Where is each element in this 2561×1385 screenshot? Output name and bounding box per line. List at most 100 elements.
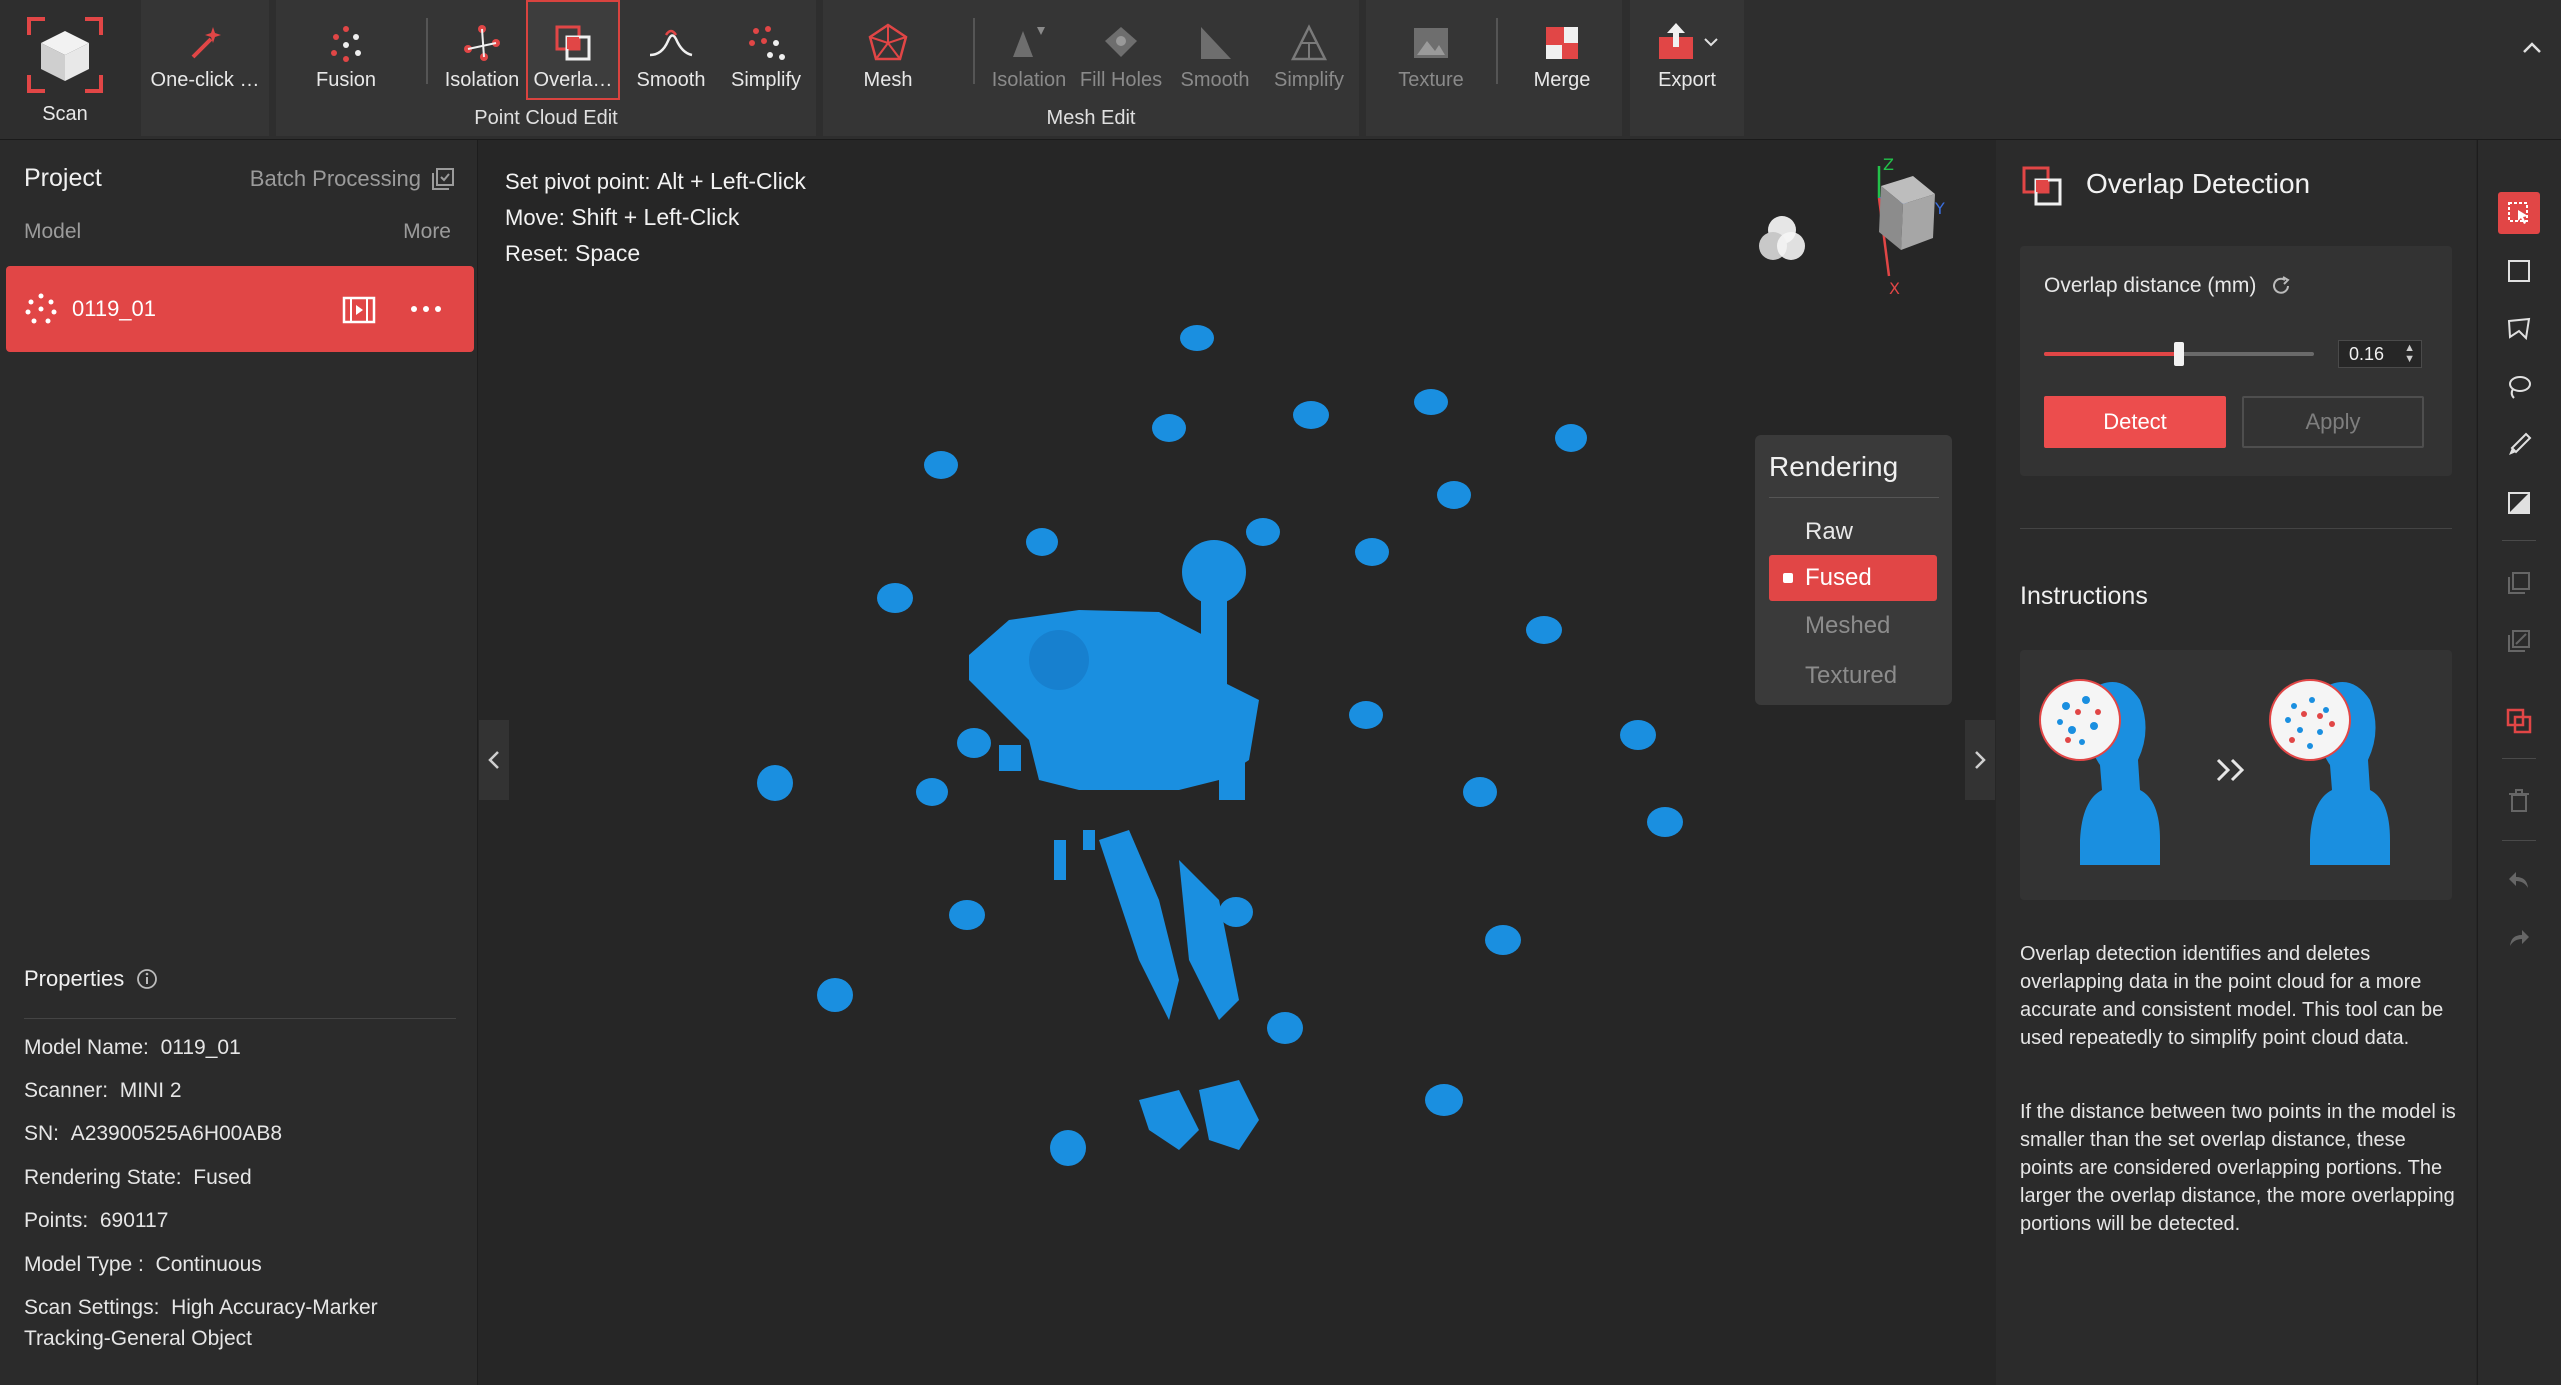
- bust-before-after-image: [2039, 679, 2390, 865]
- instructions-illustration: [2020, 650, 2452, 900]
- redo-button[interactable]: [2498, 918, 2540, 960]
- overlap-distance-label-row: Overlap distance (mm): [2044, 274, 2292, 298]
- smooth-icon: [649, 29, 693, 57]
- rectangle-select-icon: [2508, 260, 2530, 282]
- brush-select-button[interactable]: [2498, 424, 2540, 466]
- collapse-right-panel-button[interactable]: [1965, 720, 1995, 800]
- right-panel: Overlap Detection Overlap distance (mm) …: [1996, 140, 2476, 1385]
- mesh-edit-group: Mesh Isolation Fill Holes Smooth Simplif…: [823, 0, 1359, 136]
- chevron-down-icon: [1704, 38, 1718, 47]
- isolation-button[interactable]: Isolation: [432, 2, 532, 98]
- deselect-button[interactable]: [2498, 620, 2540, 662]
- overlap-label: Overla…: [533, 69, 613, 91]
- merge-label: Merge: [1533, 69, 1591, 91]
- cursor-select-icon: [2508, 202, 2528, 224]
- rectangle-select-button[interactable]: [2498, 250, 2540, 292]
- collapse-left-panel-button[interactable]: [479, 720, 509, 800]
- slider-fill: [2044, 352, 2179, 356]
- top-toolbar: Scan One-click … Fusion Isolation Overla…: [0, 0, 2561, 140]
- instructions-title: Instructions: [2020, 582, 2148, 610]
- toolbar-divider: [426, 18, 428, 84]
- section-divider: [2020, 528, 2452, 529]
- invert-select-button[interactable]: [2498, 482, 2540, 524]
- scan-group: Scan: [0, 0, 130, 136]
- apply-button[interactable]: Apply: [2242, 396, 2424, 448]
- property-row: Model Name: 0119_01: [24, 1036, 241, 1059]
- texture-label: Texture: [1398, 69, 1464, 91]
- delete-button[interactable]: [2498, 780, 2540, 822]
- mesh-button[interactable]: Mesh: [833, 2, 943, 98]
- export-button[interactable]: Export: [1630, 2, 1744, 98]
- model-name: 0119_01: [72, 296, 157, 321]
- smooth-button[interactable]: Smooth: [621, 2, 721, 98]
- scan-label: Scan: [42, 103, 88, 125]
- detect-button[interactable]: Detect: [2044, 396, 2226, 448]
- info-icon[interactable]: [136, 968, 158, 990]
- instructions-paragraph-1: Overlap detection identifies and deletes…: [2020, 943, 2444, 1049]
- render-meshed-option[interactable]: Meshed: [1769, 603, 1937, 649]
- mesh-smooth-button[interactable]: Smooth: [1165, 2, 1265, 98]
- polygon-select-button[interactable]: [2498, 308, 2540, 350]
- select-tool-button[interactable]: [2498, 192, 2540, 234]
- toolbar-divider: [1496, 18, 1498, 84]
- point-cloud-edit-label: Point Cloud Edit: [474, 107, 618, 129]
- fusion-label: Fusion: [315, 69, 377, 91]
- overlap-distance-value: 0.16: [2349, 343, 2385, 364]
- lasso-select-button[interactable]: [2498, 366, 2540, 408]
- chevron-left-icon: [488, 751, 499, 769]
- render-textured-option[interactable]: Textured: [1769, 653, 1937, 699]
- merge-icon: [1546, 27, 1578, 59]
- texture-button[interactable]: Texture: [1366, 2, 1496, 98]
- merge-button[interactable]: Merge: [1502, 2, 1622, 98]
- fusion-icon: [331, 26, 361, 62]
- more-options-icon[interactable]: [410, 304, 442, 314]
- point-cloud-icon: [25, 293, 57, 324]
- collapse-toolbar-icon[interactable]: [2520, 40, 2544, 56]
- overlap-tool-button[interactable]: [2498, 700, 2540, 742]
- overlap-distance-input[interactable]: 0.16 ▲ ▼: [2338, 340, 2422, 368]
- toolstrip-divider: [2502, 540, 2536, 541]
- scan-button[interactable]: Scan: [0, 0, 130, 130]
- magic-wand-icon: [191, 27, 221, 59]
- render-fused-option[interactable]: Fused: [1769, 555, 1937, 601]
- overlap-detection-button[interactable]: Overla…: [526, 0, 620, 100]
- overlap-settings-card: Overlap distance (mm) 0.16 ▲ ▼ Detect App…: [2020, 246, 2452, 476]
- properties-divider: [24, 1018, 456, 1019]
- mesh-isolation-button[interactable]: Isolation: [979, 2, 1079, 98]
- property-row: Points: 690117: [24, 1209, 169, 1232]
- overlap-detection-title: Overlap Detection: [2086, 168, 2311, 199]
- mesh-isolation-label: Isolation: [991, 69, 1067, 91]
- refresh-icon[interactable]: [2270, 275, 2292, 297]
- fusion-button[interactable]: Fusion: [296, 2, 396, 98]
- export-icon: [1659, 23, 1693, 59]
- property-row: Model Type : Continuous: [24, 1253, 262, 1276]
- mesh-smooth-icon: [1201, 27, 1231, 59]
- point-cloud-edit-group: Fusion Isolation Overla… Smooth Simplify…: [276, 0, 816, 136]
- rendering-divider: [1769, 497, 1939, 498]
- batch-processing-icon: [432, 168, 454, 190]
- render-raw-option[interactable]: Raw: [1769, 509, 1937, 555]
- one-click-button[interactable]: One-click …: [141, 2, 269, 98]
- overlap-distance-slider[interactable]: [2044, 342, 2314, 366]
- fill-holes-button[interactable]: Fill Holes: [1069, 2, 1173, 98]
- batch-processing-button[interactable]: Batch Processing: [250, 166, 455, 192]
- export-label: Export: [1658, 69, 1716, 91]
- 3d-viewport[interactable]: Set pivot point: Alt + Left-Click Move: …: [479, 140, 1995, 1385]
- left-panel: Project Batch Processing Model More 0119…: [0, 140, 478, 1385]
- overlap-distance-label: Overlap distance (mm): [2044, 274, 2257, 297]
- undo-button[interactable]: [2498, 860, 2540, 902]
- film-icon[interactable]: [342, 296, 376, 324]
- properties-label: Properties: [24, 966, 125, 991]
- more-link[interactable]: More: [403, 220, 451, 244]
- select-all-button[interactable]: [2498, 562, 2540, 604]
- spin-arrows-icon[interactable]: ▲ ▼: [2404, 343, 2415, 365]
- mesh-icon: [868, 23, 908, 61]
- simplify-button[interactable]: Simplify: [716, 2, 816, 98]
- property-row: SN: A23900525A6H00AB8: [24, 1122, 283, 1145]
- point-cloud-model[interactable]: [479, 140, 1995, 1385]
- mesh-simplify-button[interactable]: Simplify: [1259, 2, 1359, 98]
- model-list-item[interactable]: 0119_01: [6, 266, 474, 352]
- property-row: Scanner: MINI 2: [24, 1079, 182, 1102]
- fill-holes-label: Fill Holes: [1079, 69, 1163, 91]
- slider-thumb[interactable]: [2174, 342, 2184, 366]
